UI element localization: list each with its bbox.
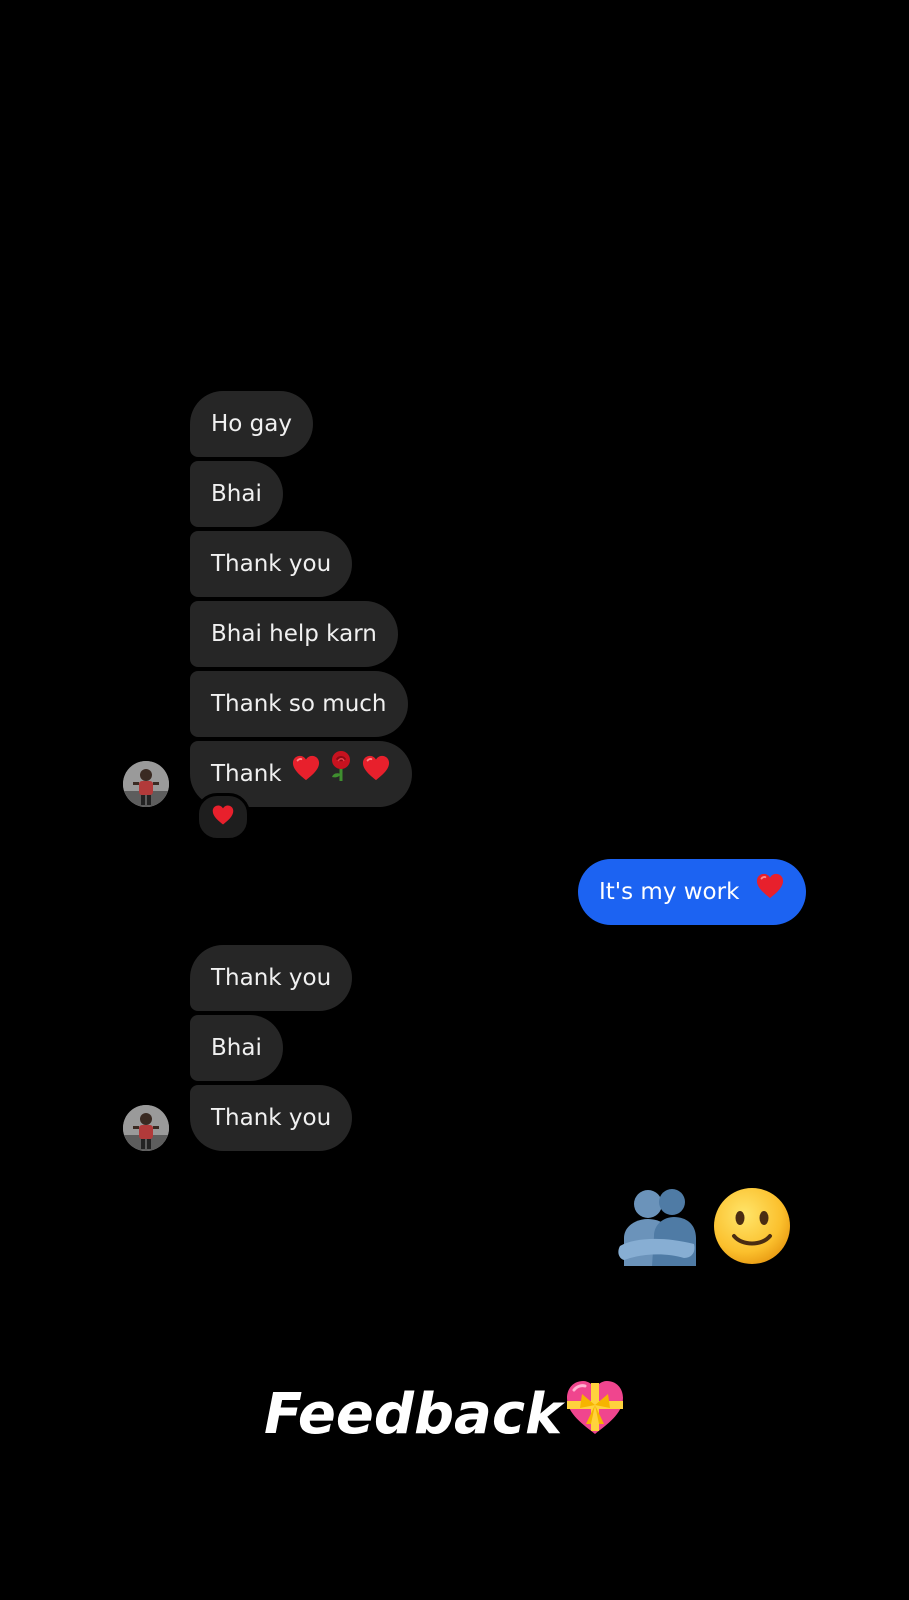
rose-icon [327,742,355,808]
message-text: It's my work [599,879,740,905]
message-text: Thank [211,761,282,787]
outgoing-message[interactable]: It's my work [578,859,806,925]
avatar[interactable] [123,761,169,807]
people-hugging-icon [614,1186,702,1270]
incoming-message[interactable]: Thank you [190,1085,353,1151]
message-text: Thank you [211,1105,332,1131]
incoming-message[interactable]: Thank you [190,531,353,597]
incoming-message[interactable]: Bhai help karn [190,601,398,667]
slightly-smiling-face-icon [712,1186,792,1270]
incoming-message[interactable]: Bhai [190,1015,283,1081]
message-text: Bhai [211,1035,262,1061]
incoming-message[interactable]: Thank so much [190,671,408,737]
heart-icon [755,860,785,926]
heart-icon [361,742,391,808]
message-text: Thank you [211,551,332,577]
incoming-message[interactable]: Bhai [190,461,283,527]
outgoing-emoji-message[interactable] [614,1186,792,1270]
message-text: Ho gay [211,411,292,437]
caption-text: Feedback [264,1381,563,1447]
incoming-message[interactable]: Ho gay [190,391,313,457]
heart-icon [291,742,321,808]
message-text: Bhai [211,481,262,507]
message-text: Thank you [211,965,332,991]
incoming-message[interactable]: Thank you [190,945,353,1011]
message-reaction[interactable] [196,793,250,841]
heart-icon [211,804,235,830]
feedback-caption: Feedback [264,1378,626,1450]
message-text: Bhai help karn [211,621,377,647]
avatar[interactable] [123,1105,169,1151]
message-text: Thank so much [211,691,387,717]
heart-with-ribbon-icon [564,1378,626,1450]
